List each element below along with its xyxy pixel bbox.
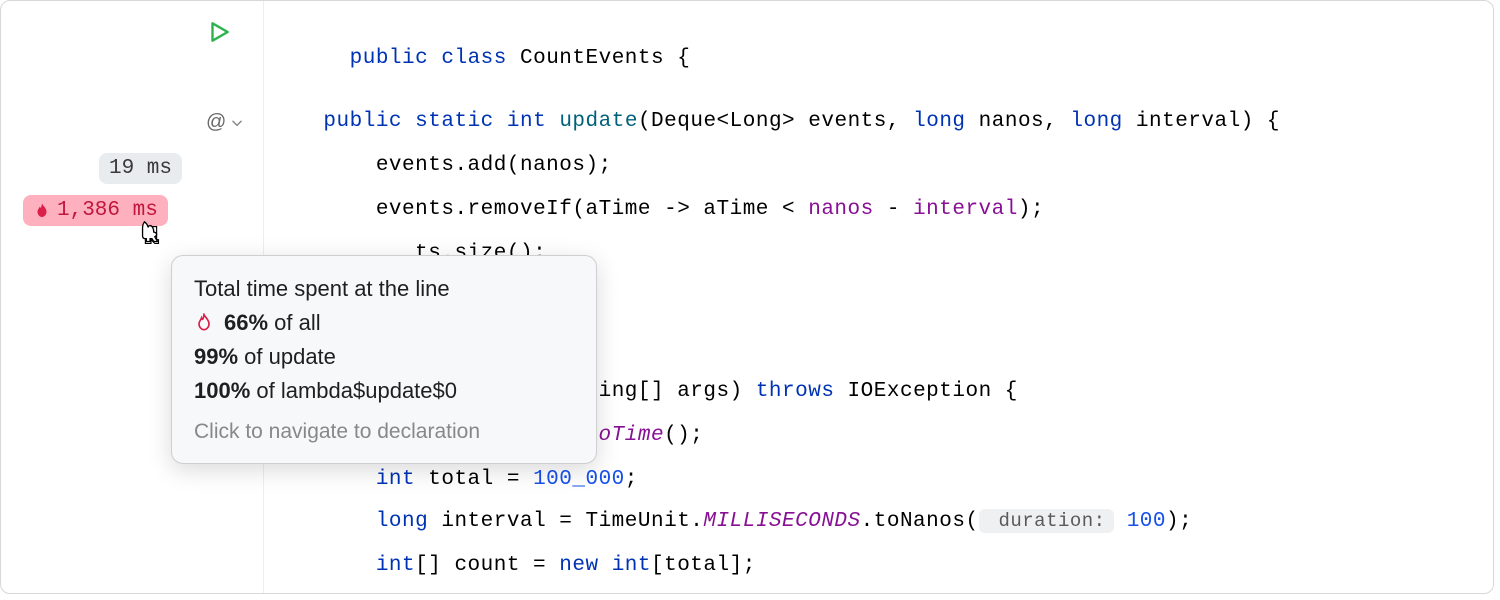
cursor-icon (136, 219, 166, 256)
parameter-hint: duration: (979, 509, 1114, 533)
code-line: long interval = TimeUnit.MILLISECONDS.to… (271, 509, 1192, 534)
editor-frame: @ 19 ms 1,386 ms public class CountEvent… (0, 0, 1494, 594)
tooltip-hint[interactable]: Click to navigate to declaration (194, 416, 574, 449)
run-icon[interactable] (206, 19, 232, 52)
flame-icon (33, 202, 51, 220)
tooltip-title: Total time spent at the line (194, 272, 574, 306)
chevron-down-icon (230, 116, 244, 130)
time-chip-value: 19 ms (109, 155, 172, 182)
tooltip-row: 100% of lambda$update$0 (194, 374, 574, 408)
tooltip-row: 99% of update (194, 340, 574, 374)
code-line: events.removeIf(aTime -> aTime < nanos -… (271, 197, 1044, 222)
code-line: public class CountEvents { (271, 21, 690, 97)
time-chip-gray[interactable]: 19 ms (99, 153, 182, 184)
tooltip-row: 66% of all (194, 306, 574, 340)
annotation-toggle-icon[interactable]: @ (206, 111, 244, 134)
at-icon: @ (206, 111, 226, 134)
profiler-tooltip[interactable]: Total time spent at the line 66% of all … (171, 255, 597, 464)
flame-icon (194, 313, 214, 333)
code-line: public static int update(Deque<Long> eve… (271, 109, 1280, 134)
code-line: int[] count = new int[total]; (271, 553, 756, 578)
code-line: events.add(nanos); (271, 153, 612, 178)
code-line: int total = 100_000; (271, 467, 638, 492)
